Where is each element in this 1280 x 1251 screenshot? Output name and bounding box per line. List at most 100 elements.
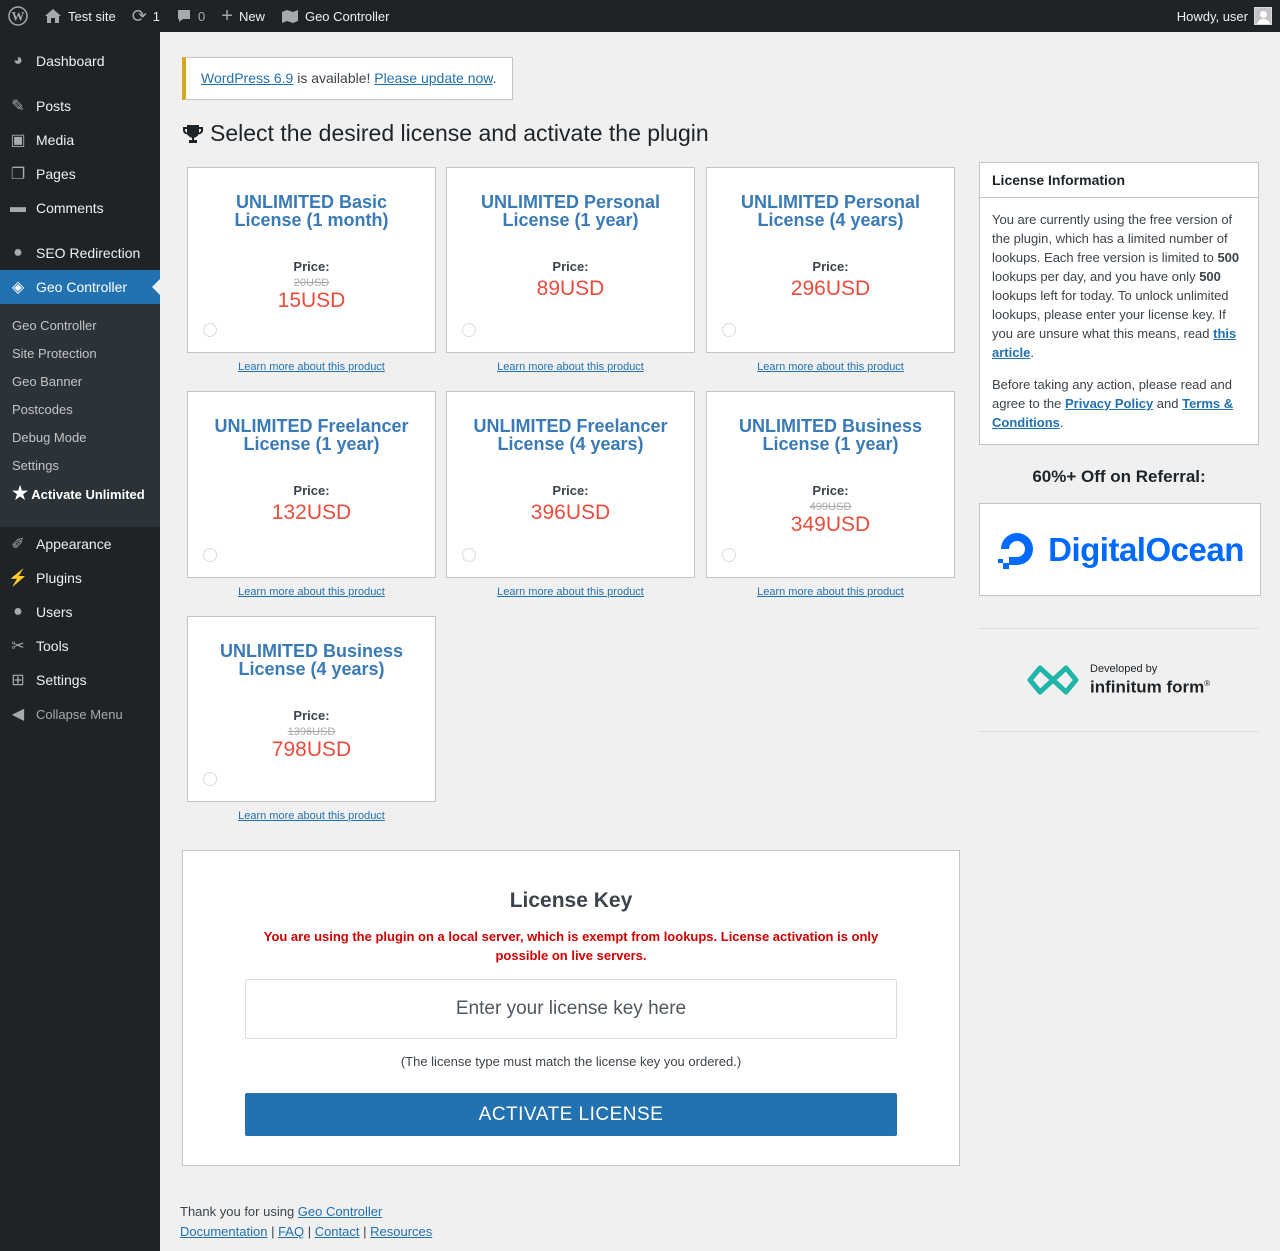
developer-credit[interactable]: Developed by infinitum form® (1020, 660, 1210, 700)
menu-seo-redirection[interactable]: ● SEO Redirection (0, 236, 160, 270)
license-radio[interactable] (722, 548, 736, 562)
wordpress-logo-button[interactable]: W (0, 0, 36, 32)
footer-plugin-link[interactable]: Geo Controller (298, 1204, 383, 1219)
license-terms-paragraph: Before taking any action, please read an… (992, 375, 1246, 432)
star-icon: ★ (12, 483, 29, 503)
submenu-postcodes[interactable]: Postcodes (0, 395, 160, 423)
learn-more-link[interactable]: Learn more about this product (706, 361, 955, 373)
license-radio[interactable] (203, 323, 217, 337)
price-label: Price: (812, 259, 849, 274)
wrench-icon: ✂ (11, 638, 25, 655)
price-label: Price: (293, 259, 330, 274)
submenu-label: Activate Unlimited (31, 487, 145, 502)
old-price: 1396USD (287, 726, 336, 738)
digitalocean-banner[interactable]: DigitalOcean (979, 503, 1261, 596)
activate-license-button[interactable]: ACTIVATE LICENSE (245, 1093, 897, 1136)
comment-icon: ▬ (10, 199, 26, 216)
license-information-body: You are currently using the free version… (980, 198, 1258, 444)
submenu-geo-banner[interactable]: Geo Banner (0, 367, 160, 395)
menu-label: Appearance (36, 536, 112, 552)
menu-geo-controller[interactable]: ◈ Geo Controller (0, 270, 160, 304)
menu-label: Posts (36, 98, 72, 114)
info-text: . (1030, 345, 1034, 360)
license-card[interactable]: UNLIMITED Basic License (1 month) Price:… (187, 167, 436, 353)
license-radio[interactable] (722, 323, 736, 337)
license-radio[interactable] (203, 548, 217, 562)
price: 396USD (530, 501, 611, 524)
privacy-policy-link[interactable]: Privacy Policy (1065, 396, 1153, 411)
submenu-geo-controller[interactable]: Geo Controller (0, 311, 160, 339)
menu-users[interactable]: ● Users (0, 595, 160, 629)
license-card[interactable]: UNLIMITED Personal License (4 years) Pri… (706, 167, 955, 353)
license-radio[interactable] (203, 772, 217, 786)
old-price: 499USD (809, 501, 852, 513)
comments-count: 0 (198, 8, 206, 24)
menu-appearance[interactable]: ✐ Appearance (0, 527, 160, 561)
plus-icon: + (221, 5, 233, 27)
license-name: UNLIMITED Basic License (1 month) (234, 192, 389, 230)
updates-link[interactable]: ⟳ 1 (124, 0, 168, 32)
admin-bar: W Test site ⟳ 1 0 + New Geo Controller H… (0, 0, 1280, 32)
menu-label: Collapse Menu (36, 706, 123, 722)
menu-plugins[interactable]: ⚡ Plugins (0, 561, 160, 595)
learn-more-link[interactable]: Learn more about this product (706, 586, 955, 598)
pin-icon: ✎ (11, 98, 25, 115)
footer-separator: | (359, 1224, 371, 1239)
price: 349USD (790, 513, 871, 536)
license-card[interactable]: UNLIMITED Personal License (1 year) Pric… (446, 167, 695, 353)
geo-controller-link[interactable]: Geo Controller (273, 0, 398, 32)
learn-more-link[interactable]: Learn more about this product (187, 810, 436, 822)
menu-dashboard[interactable]: ◕ Dashboard (0, 44, 160, 78)
new-content-link[interactable]: + New (213, 0, 273, 32)
price: 296USD (790, 277, 871, 300)
my-account-link[interactable]: Howdy, user (1169, 0, 1280, 32)
submenu-settings[interactable]: Settings (0, 451, 160, 479)
menu-settings[interactable]: ⊞ Settings (0, 663, 160, 697)
wordpress-logo-icon: W (8, 6, 28, 26)
menu-media[interactable]: ▣ Media (0, 123, 160, 157)
license-information-box: License Information You are currently us… (979, 162, 1259, 445)
faq-link[interactable]: FAQ (278, 1224, 304, 1239)
learn-more-link[interactable]: Learn more about this product (446, 361, 695, 373)
home-icon (45, 9, 61, 23)
menu-tools[interactable]: ✂ Tools (0, 629, 160, 663)
license-name: UNLIMITED Business License (1 year) (738, 416, 923, 454)
documentation-link[interactable]: Documentation (180, 1224, 267, 1239)
license-card[interactable]: UNLIMITED Business License (4 years) Pri… (187, 616, 436, 802)
price-label: Price: (293, 483, 330, 498)
learn-more-link[interactable]: Learn more about this product (187, 361, 436, 373)
menu-posts[interactable]: ✎ Posts (0, 89, 160, 123)
license-card[interactable]: UNLIMITED Freelancer License (1 year) Pr… (187, 391, 436, 578)
menu-label: Pages (36, 166, 76, 182)
submenu-debug-mode[interactable]: Debug Mode (0, 423, 160, 451)
update-now-link[interactable]: Please update now (374, 70, 492, 86)
license-name: UNLIMITED Freelancer License (1 year) (214, 416, 409, 454)
learn-more-link[interactable]: Learn more about this product (446, 586, 695, 598)
license-radio[interactable] (462, 323, 476, 337)
daily-limit: 500 (1217, 250, 1240, 265)
contact-link[interactable]: Contact (315, 1224, 360, 1239)
menu-comments[interactable]: ▬ Comments (0, 191, 160, 225)
menu-label: Tools (36, 638, 69, 654)
brush-icon: ✐ (11, 536, 25, 553)
collapse-menu-button[interactable]: ◀ Collapse Menu (0, 697, 160, 731)
price: 132USD (271, 501, 352, 524)
license-radio[interactable] (462, 548, 476, 562)
resources-link[interactable]: Resources (370, 1224, 432, 1239)
license-card[interactable]: UNLIMITED Business License (1 year) Pric… (706, 391, 955, 578)
site-name-link[interactable]: Test site (36, 0, 124, 32)
menu-pages[interactable]: ❐ Pages (0, 157, 160, 191)
license-card[interactable]: UNLIMITED Freelancer License (4 years) P… (446, 391, 695, 578)
submenu-activate-unlimited[interactable]: ★ Activate Unlimited (0, 479, 160, 519)
info-text: lookups per day, and you have only (992, 269, 1200, 284)
learn-more-link[interactable]: Learn more about this product (187, 586, 436, 598)
infinity-logo-icon (1027, 665, 1079, 695)
submenu-site-protection[interactable]: Site Protection (0, 339, 160, 367)
license-key-input[interactable] (245, 979, 897, 1039)
menu-label: Media (36, 132, 75, 148)
comments-link[interactable]: 0 (168, 0, 213, 32)
license-name: UNLIMITED Business License (4 years) (219, 641, 404, 679)
menu-label: SEO Redirection (36, 245, 141, 261)
price: 798USD (271, 738, 352, 761)
wordpress-version-link[interactable]: WordPress 6.9 (201, 70, 293, 86)
